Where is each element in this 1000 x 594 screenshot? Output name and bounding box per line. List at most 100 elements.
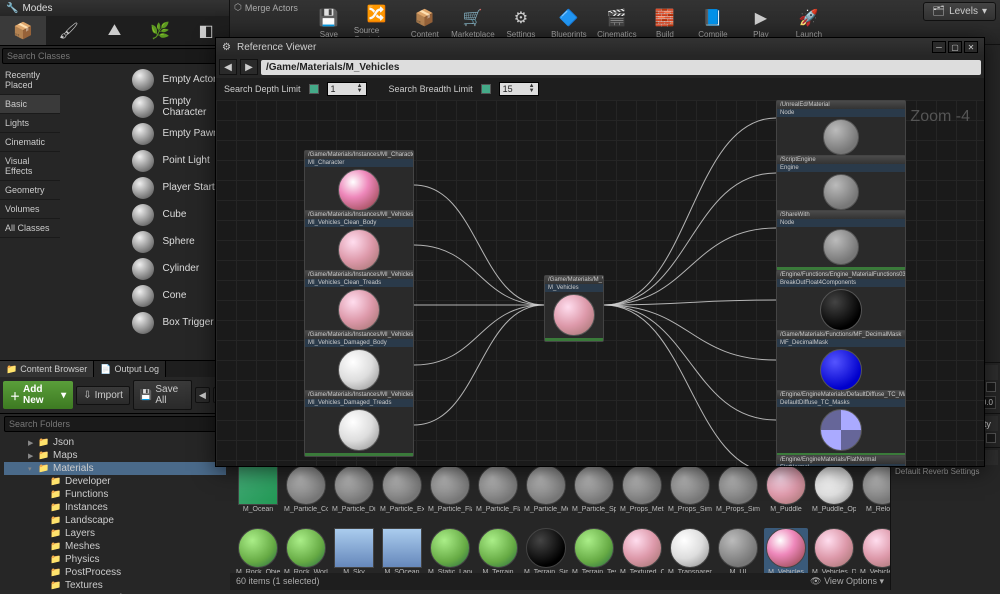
tree-item[interactable]: 📁PostProcess	[4, 566, 226, 579]
override-gravity-checkbox[interactable]	[986, 382, 996, 392]
asset-label: M_Props_Simple_Masked	[716, 506, 760, 522]
path-fwd-button[interactable]: ▶	[240, 59, 258, 75]
refwin-titlebar[interactable]: ⚙ Reference Viewer ─ ▢ ✕	[216, 38, 984, 56]
breadth-spinner[interactable]: 15▲▼	[499, 82, 539, 96]
class-category[interactable]: Basic	[0, 95, 60, 114]
path-back-button[interactable]: ◀	[219, 59, 237, 75]
reference-node[interactable]: /Game/Materials/Instances/MI_Vehicles_Da…	[304, 330, 414, 397]
tree-item[interactable]: 📁Physics	[4, 553, 226, 566]
search-classes-input[interactable]: Search Classes	[2, 48, 227, 64]
class-category[interactable]: Geometry	[0, 181, 60, 200]
tree-item[interactable]: 📁Landscape	[4, 514, 226, 527]
path-display[interactable]: /Game/Materials/M_Vehicles	[261, 60, 981, 75]
asset-tile[interactable]: M_Props_Simple	[668, 465, 712, 522]
asset-tile[interactable]: M_Particle_Flare	[428, 465, 472, 522]
reference-node[interactable]: /Game/Materials/Functions/MF_DecimalMask…	[776, 330, 906, 397]
class-category[interactable]: Recently Placed	[0, 66, 60, 95]
reference-canvas[interactable]: Zoom -4 /Game/Materials/Instances/MI_Cha…	[216, 100, 984, 466]
cb-tabs: 📁Content Browser 📄Output Log	[0, 361, 230, 377]
placeable-item[interactable]: Empty Actor	[128, 66, 229, 93]
class-category[interactable]: Visual Effects	[0, 152, 60, 181]
class-category[interactable]: Lights	[0, 114, 60, 133]
maximize-button[interactable]: ▢	[948, 41, 962, 53]
placeable-item[interactable]: Empty Pawn	[128, 120, 229, 147]
view-options-button[interactable]: 👁 View Options ▾	[810, 576, 884, 587]
asset-tile[interactable]: M_Props_Simple_Masked	[716, 465, 760, 522]
placeable-item[interactable]: Empty Character	[128, 93, 229, 120]
reference-node[interactable]: /Engine/EngineMaterials/DefaultDiffuse_T…	[776, 390, 906, 457]
folder-tree: ▶📁Json▶📁Maps▾📁Materials📁Developer📁Functi…	[0, 434, 230, 594]
asset-tile[interactable]: M_Puddle_Opacity	[812, 465, 856, 522]
merge-actors-menu[interactable]: ⬡ Merge Actors	[234, 2, 298, 13]
nav-back-button[interactable]: ◀	[195, 387, 209, 403]
placeable-item[interactable]: Cone	[128, 282, 229, 309]
modes-tab[interactable]: 🔧 Modes	[0, 0, 229, 16]
foliage-mode-icon[interactable]: 🌿	[137, 16, 183, 45]
placeable-item[interactable]: Box Trigger	[128, 309, 229, 336]
asset-label: M_Particle_Mesh	[524, 506, 568, 522]
levels-dropdown[interactable]: 🗂 Levels ▾	[923, 2, 996, 21]
tree-item[interactable]: ▶📁Json	[4, 436, 226, 449]
node-path-label: /Game/Materials/Instances/MI_Vehicles_Da…	[305, 391, 413, 399]
reference-node[interactable]: /ShareWithNode	[776, 210, 906, 271]
tree-item[interactable]: 📁Functions	[4, 488, 226, 501]
tab-output-log[interactable]: 📄Output Log	[94, 361, 166, 377]
placeable-item[interactable]: Point Light	[128, 147, 229, 174]
node-path-label: /ScriptEngine	[777, 156, 905, 164]
minimize-button[interactable]: ─	[932, 41, 946, 53]
depth-checkbox[interactable]	[309, 84, 319, 94]
asset-tile[interactable]: M_Particle_Spark	[572, 465, 616, 522]
reference-node[interactable]: /Game/Materials/Instances/MI_Vehicles_Cl…	[304, 210, 414, 277]
tree-item[interactable]: 📁Instances	[4, 501, 226, 514]
asset-tile[interactable]: M_Puddle	[764, 465, 808, 522]
placeable-item[interactable]: Sphere	[128, 228, 229, 255]
node-bar	[305, 453, 413, 456]
reference-node[interactable]: /Engine/EngineMaterials/FlatNormalFlatNo…	[776, 455, 906, 466]
tab-content-browser[interactable]: 📁Content Browser	[0, 361, 94, 377]
asset-thumb-icon	[574, 465, 614, 505]
reference-node[interactable]: /UnrealEd/MaterialNode	[776, 100, 906, 161]
tree-item[interactable]: ▶📁Maps	[4, 449, 226, 462]
add-new-button[interactable]: ＋Add New▾	[3, 381, 73, 409]
tree-label: Layers	[65, 528, 95, 539]
import-button[interactable]: ⇩Import	[76, 386, 130, 405]
asset-tile[interactable]: M_Particle_Exit	[380, 465, 424, 522]
depth-spinner[interactable]: 1▲▼	[327, 82, 367, 96]
reference-node[interactable]: /Game/Materials/Instances/MI_Vehicles_Cl…	[304, 270, 414, 337]
precompute-visibility-checkbox[interactable]	[986, 433, 996, 443]
tree-item[interactable]: 📁Developer	[4, 475, 226, 488]
placeable-label: Empty Pawn	[162, 128, 218, 139]
class-category[interactable]: All Classes	[0, 219, 60, 238]
asset-tile[interactable]: M_Particle_Flare_Mesh	[476, 465, 520, 522]
asset-thumb-icon	[478, 528, 518, 568]
tree-label: PostProcess	[65, 567, 121, 578]
paint-mode-icon[interactable]: 🖌	[46, 16, 92, 45]
landscape-mode-icon[interactable]: ⛰	[92, 16, 138, 45]
asset-tile[interactable]: M_Props_Metall	[620, 465, 664, 522]
placeable-item[interactable]: Cylinder	[128, 255, 229, 282]
asset-tile[interactable]: M_Particle_Mesh	[524, 465, 568, 522]
asset-tile[interactable]: M_Particle_Distorted	[332, 465, 376, 522]
reference-node[interactable]: /ScriptEngineEngine	[776, 155, 906, 216]
save-all-button[interactable]: 💾Save All	[133, 380, 192, 410]
asset-tile[interactable]: M_Particle_Color	[284, 465, 328, 522]
close-button[interactable]: ✕	[964, 41, 978, 53]
reference-node[interactable]: /Game/Materials/Instances/MI_CharacterMI…	[304, 150, 414, 217]
placeable-item[interactable]: Player Start	[128, 174, 229, 201]
breadth-checkbox[interactable]	[481, 84, 491, 94]
class-category[interactable]: Volumes	[0, 200, 60, 219]
folder-icon: 📁	[38, 450, 50, 461]
tree-item[interactable]: 📁Meshes	[4, 540, 226, 553]
compile-icon: 📘	[702, 7, 724, 29]
tree-item[interactable]: 📁Textures	[4, 579, 226, 592]
search-folders-input[interactable]: Search Folders	[4, 416, 226, 432]
placeable-item[interactable]: Cube	[128, 201, 229, 228]
class-category[interactable]: Cinematic	[0, 133, 60, 152]
place-mode-icon[interactable]: 📦	[0, 16, 46, 45]
tree-item[interactable]: ▾📁Materials	[4, 462, 226, 475]
reference-node[interactable]: /Game/Materials/M_VehiclesM_Vehicles	[544, 275, 604, 342]
asset-tile[interactable]: M_Ocean	[236, 465, 280, 522]
reference-node[interactable]: /Engine/Functions/Engine_MaterialFunctio…	[776, 270, 906, 337]
reference-node[interactable]: /Game/Materials/Instances/MI_Vehicles_Da…	[304, 390, 414, 457]
tree-item[interactable]: 📁Layers	[4, 527, 226, 540]
